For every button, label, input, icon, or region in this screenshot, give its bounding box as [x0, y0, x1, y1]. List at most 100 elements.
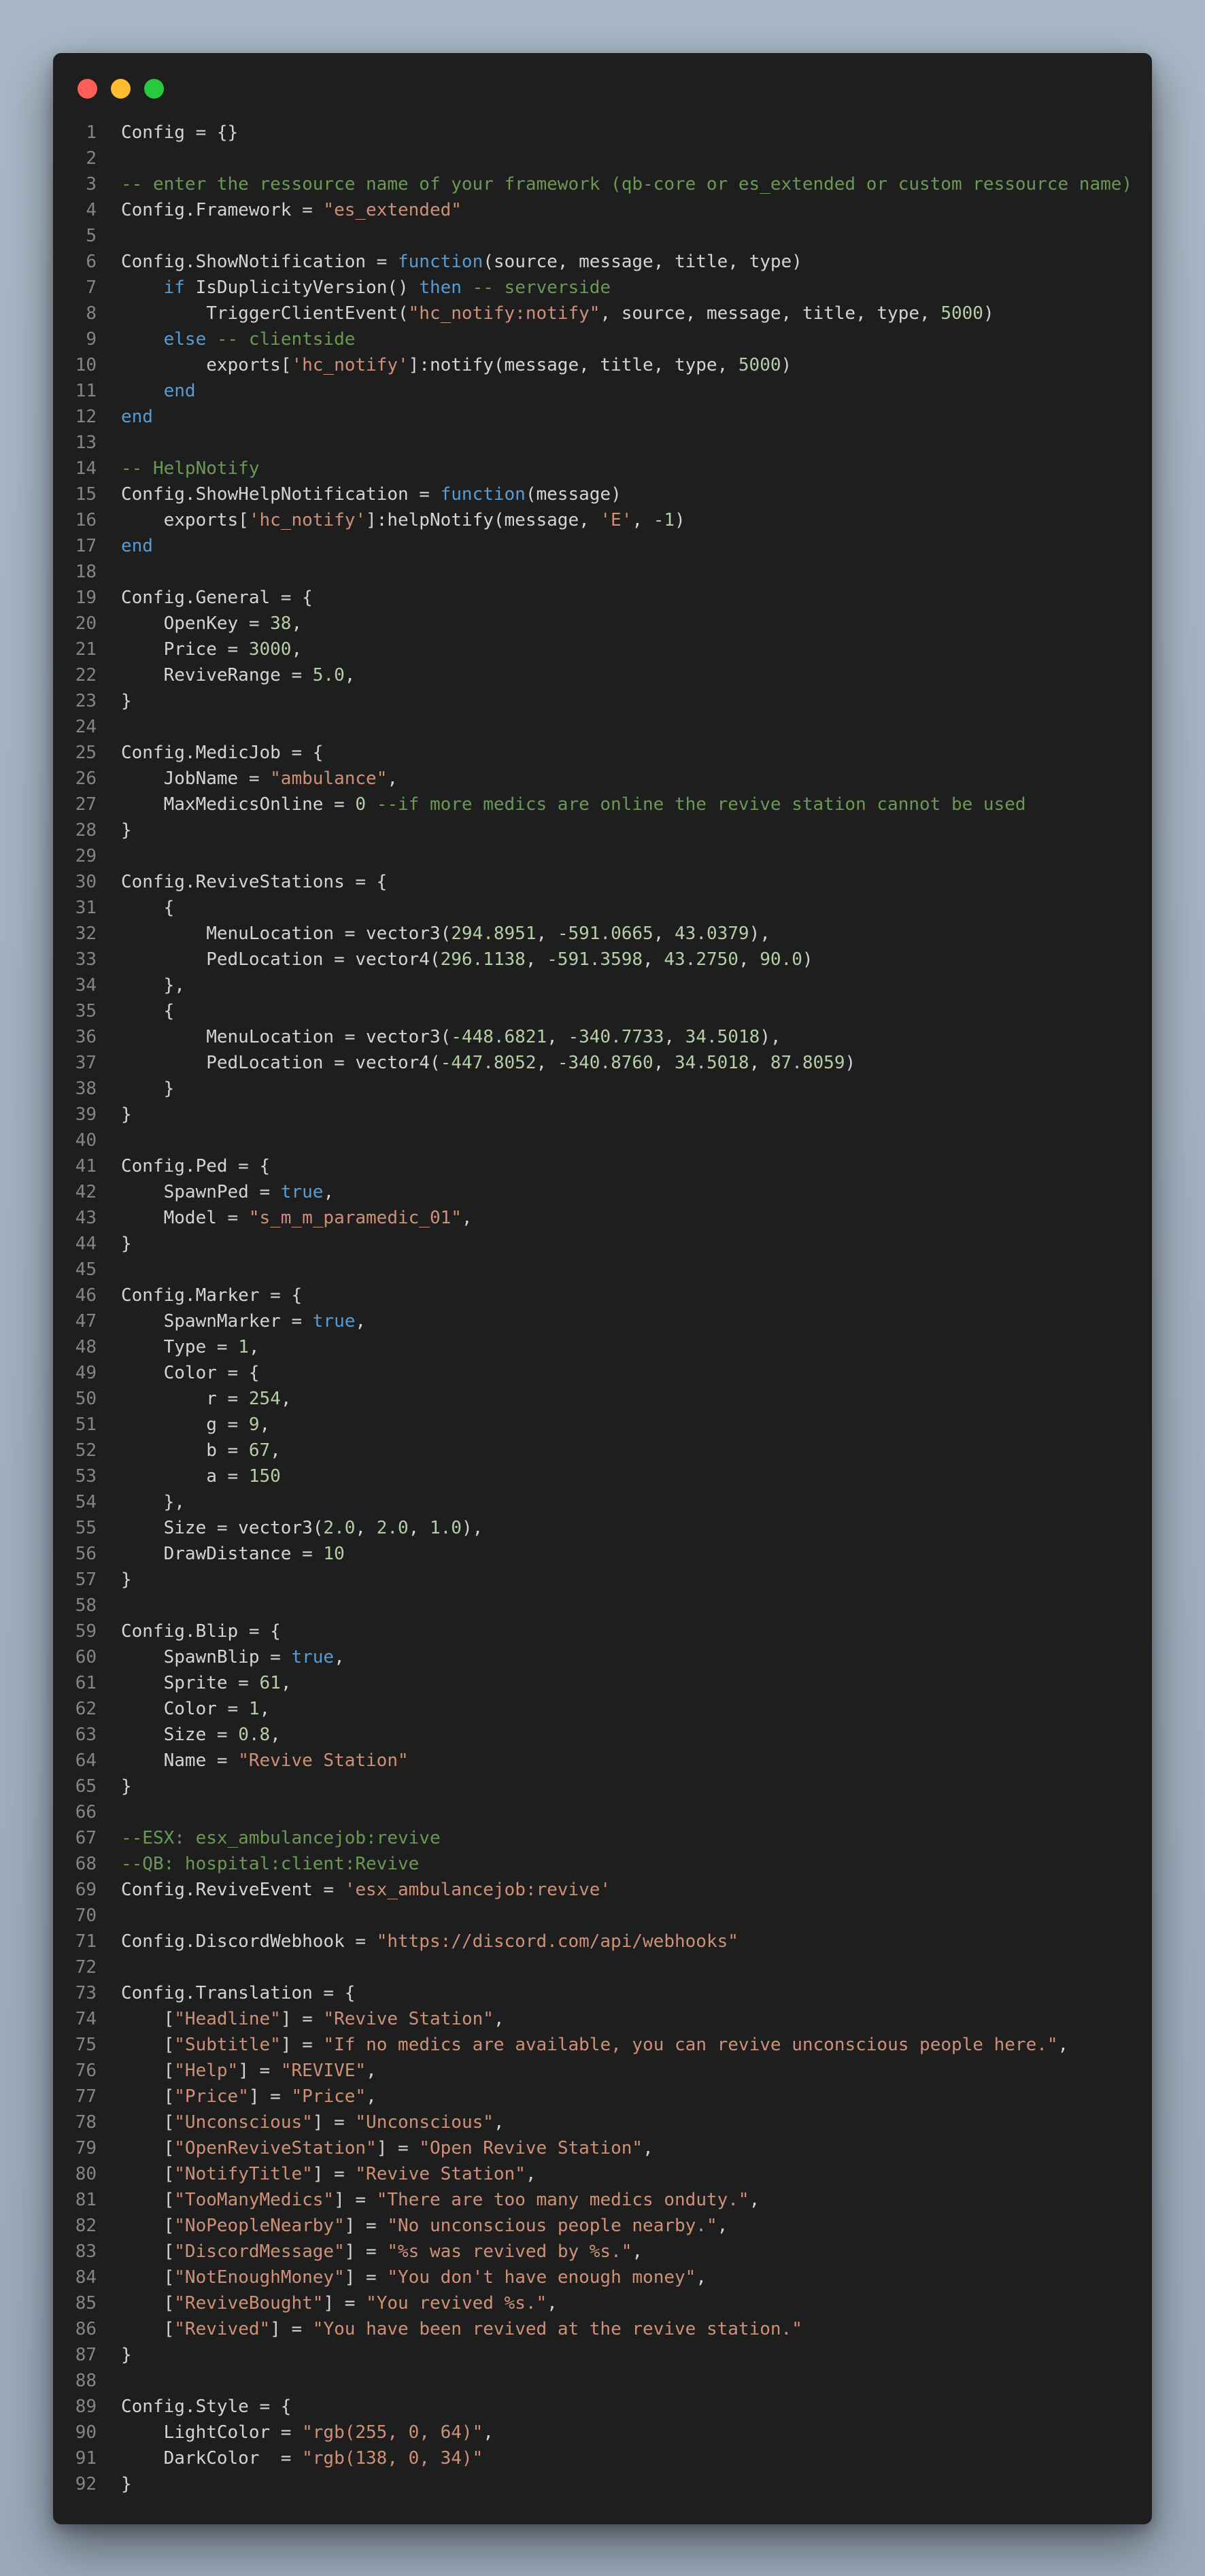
code-token: "NotEnoughMoney"	[174, 2267, 345, 2288]
line-number: 50	[75, 1389, 97, 1409]
code-line: 63 Size = 0.8,	[53, 1722, 1152, 1748]
code-token: 9	[248, 1414, 260, 1435]
code-token: ,	[525, 2164, 537, 2184]
code-token: Config.ShowNotification =	[121, 252, 398, 272]
line-number: 2	[86, 148, 97, 169]
line-text: Color = {	[97, 1360, 1152, 1386]
code-line: 50 r = 254,	[53, 1386, 1152, 1412]
code-line: 28}	[53, 817, 1152, 843]
code-token: 5000	[940, 303, 983, 324]
code-token: Color =	[121, 1699, 249, 1719]
code-line: 62 Color = 1,	[53, 1696, 1152, 1722]
code-line: 17 end	[53, 533, 1152, 559]
code-line: 87}	[53, 2342, 1152, 2368]
line-number: 82	[75, 2216, 97, 2236]
code-token: Config.General = {	[121, 588, 313, 608]
code-token: -1	[653, 510, 675, 530]
line-text: LightColor = "rgb(255, 0, 64)",	[97, 2420, 1152, 2445]
code-line: 22 ReviveRange = 5.0,	[53, 662, 1152, 688]
line-number: 14	[75, 458, 97, 479]
line-text: ["ReviveBought"] = "You revived %s.",	[97, 2290, 1152, 2316]
zoom-icon[interactable]	[144, 79, 164, 99]
line-number: 5	[86, 226, 97, 246]
line-text: -- enter the ressource name of your fram…	[97, 171, 1152, 197]
line-number: 52	[75, 1440, 97, 1461]
line-text	[97, 1257, 1152, 1283]
line-text: --QB: hospital:client:Revive	[97, 1851, 1152, 1877]
code-token: ,	[259, 1699, 271, 1719]
code-token: 254	[248, 1389, 281, 1409]
code-editor[interactable]: 1 Config = {} 2 3 -- enter the ressource nam…	[53, 120, 1152, 2497]
code-line: 41 Config.Ped = {	[53, 1153, 1152, 1179]
line-number: 41	[75, 1156, 97, 1176]
line-text: Color = 1,	[97, 1696, 1152, 1722]
line-text: Config.MedicJob = {	[97, 740, 1152, 766]
code-line: 23}	[53, 688, 1152, 714]
line-number: 44	[75, 1234, 97, 1254]
code-token: ] =	[312, 2164, 356, 2184]
line-number: 1	[86, 122, 97, 143]
code-token: 1	[248, 1699, 260, 1719]
line-text: }	[97, 817, 1152, 843]
code-token: )	[983, 303, 994, 324]
line-number: 61	[75, 1673, 97, 1693]
code-token: 34.5018	[675, 1053, 749, 1073]
code-token: (message)	[525, 484, 622, 505]
code-token: ,	[270, 1725, 281, 1745]
code-token: 43.0379	[675, 923, 749, 944]
code-line: 1 Config = {}	[53, 120, 1152, 146]
line-text: g = 9,	[97, 1412, 1152, 1438]
code-line: 49 Color = {	[53, 1360, 1152, 1386]
line-number: 40	[75, 1130, 97, 1151]
code-token: [	[121, 2267, 175, 2288]
line-text: DarkColor = "rgb(138, 0, 34)"	[97, 2445, 1152, 2471]
code-token: ),	[461, 1518, 483, 1538]
code-token: -- HelpNotify	[121, 458, 260, 479]
code-token: }	[121, 1776, 132, 1797]
line-number: 26	[75, 768, 97, 789]
close-icon[interactable]	[78, 79, 97, 99]
code-token: 1.0	[429, 1518, 462, 1538]
line-text: Type = 1,	[97, 1334, 1152, 1360]
code-token: Config.Framework =	[121, 200, 324, 220]
code-token: SpawnMarker =	[121, 1311, 313, 1332]
code-token: "Unconscious"	[355, 2112, 494, 2133]
code-line: 25 Config.MedicJob = {	[53, 740, 1152, 766]
code-token: true	[312, 1311, 356, 1332]
minimize-icon[interactable]	[111, 79, 131, 99]
code-token: --if more medics are online the revive s…	[366, 794, 1026, 815]
code-token: [	[121, 2190, 175, 2210]
code-line: 26 JobName = "ambulance",	[53, 766, 1152, 792]
code-token: -- clientside	[206, 329, 356, 350]
line-number: 78	[75, 2112, 97, 2133]
line-text: Config.ReviveEvent = 'esx_ambulancejob:r…	[97, 1877, 1152, 1903]
line-text: Price = 3000,	[97, 637, 1152, 662]
code-token: (source, message, title, type)	[483, 252, 802, 272]
line-text	[97, 1128, 1152, 1153]
code-line: 90 LightColor = "rgb(255, 0, 64)",	[53, 2420, 1152, 2445]
code-token: }	[121, 691, 132, 711]
line-number: 12	[75, 407, 97, 427]
line-number: 36	[75, 1027, 97, 1047]
line-text: OpenKey = 38,	[97, 611, 1152, 637]
code-token: "Revive Station"	[355, 2164, 526, 2184]
code-token: ] =	[344, 2216, 388, 2236]
code-token: function	[440, 484, 526, 505]
code-token: Config.Blip = {	[121, 1621, 281, 1642]
code-token: Name =	[121, 1750, 239, 1771]
code-token: "TooManyMedics"	[174, 2190, 335, 2210]
code-token: [	[121, 2086, 175, 2107]
code-token: Size = vector3(	[121, 1518, 324, 1538]
code-line: 46 Config.Marker = {	[53, 1283, 1152, 1308]
line-number: 90	[75, 2422, 97, 2443]
code-line: 89 Config.Style = {	[53, 2394, 1152, 2420]
code-token: ,	[664, 1027, 685, 1047]
code-line: 83 ["DiscordMessage"] = "%s was revived …	[53, 2239, 1152, 2265]
code-token: Size =	[121, 1725, 239, 1745]
code-token: },	[121, 1492, 185, 1512]
line-text: exports['hc_notify']:helpNotify(message,…	[97, 507, 1152, 533]
line-text: PedLocation = vector4(-447.8052, -340.87…	[97, 1050, 1152, 1076]
line-text: Size = vector3(2.0, 2.0, 1.0),	[97, 1515, 1152, 1541]
code-line: 40	[53, 1128, 1152, 1153]
code-token: ),	[749, 923, 770, 944]
